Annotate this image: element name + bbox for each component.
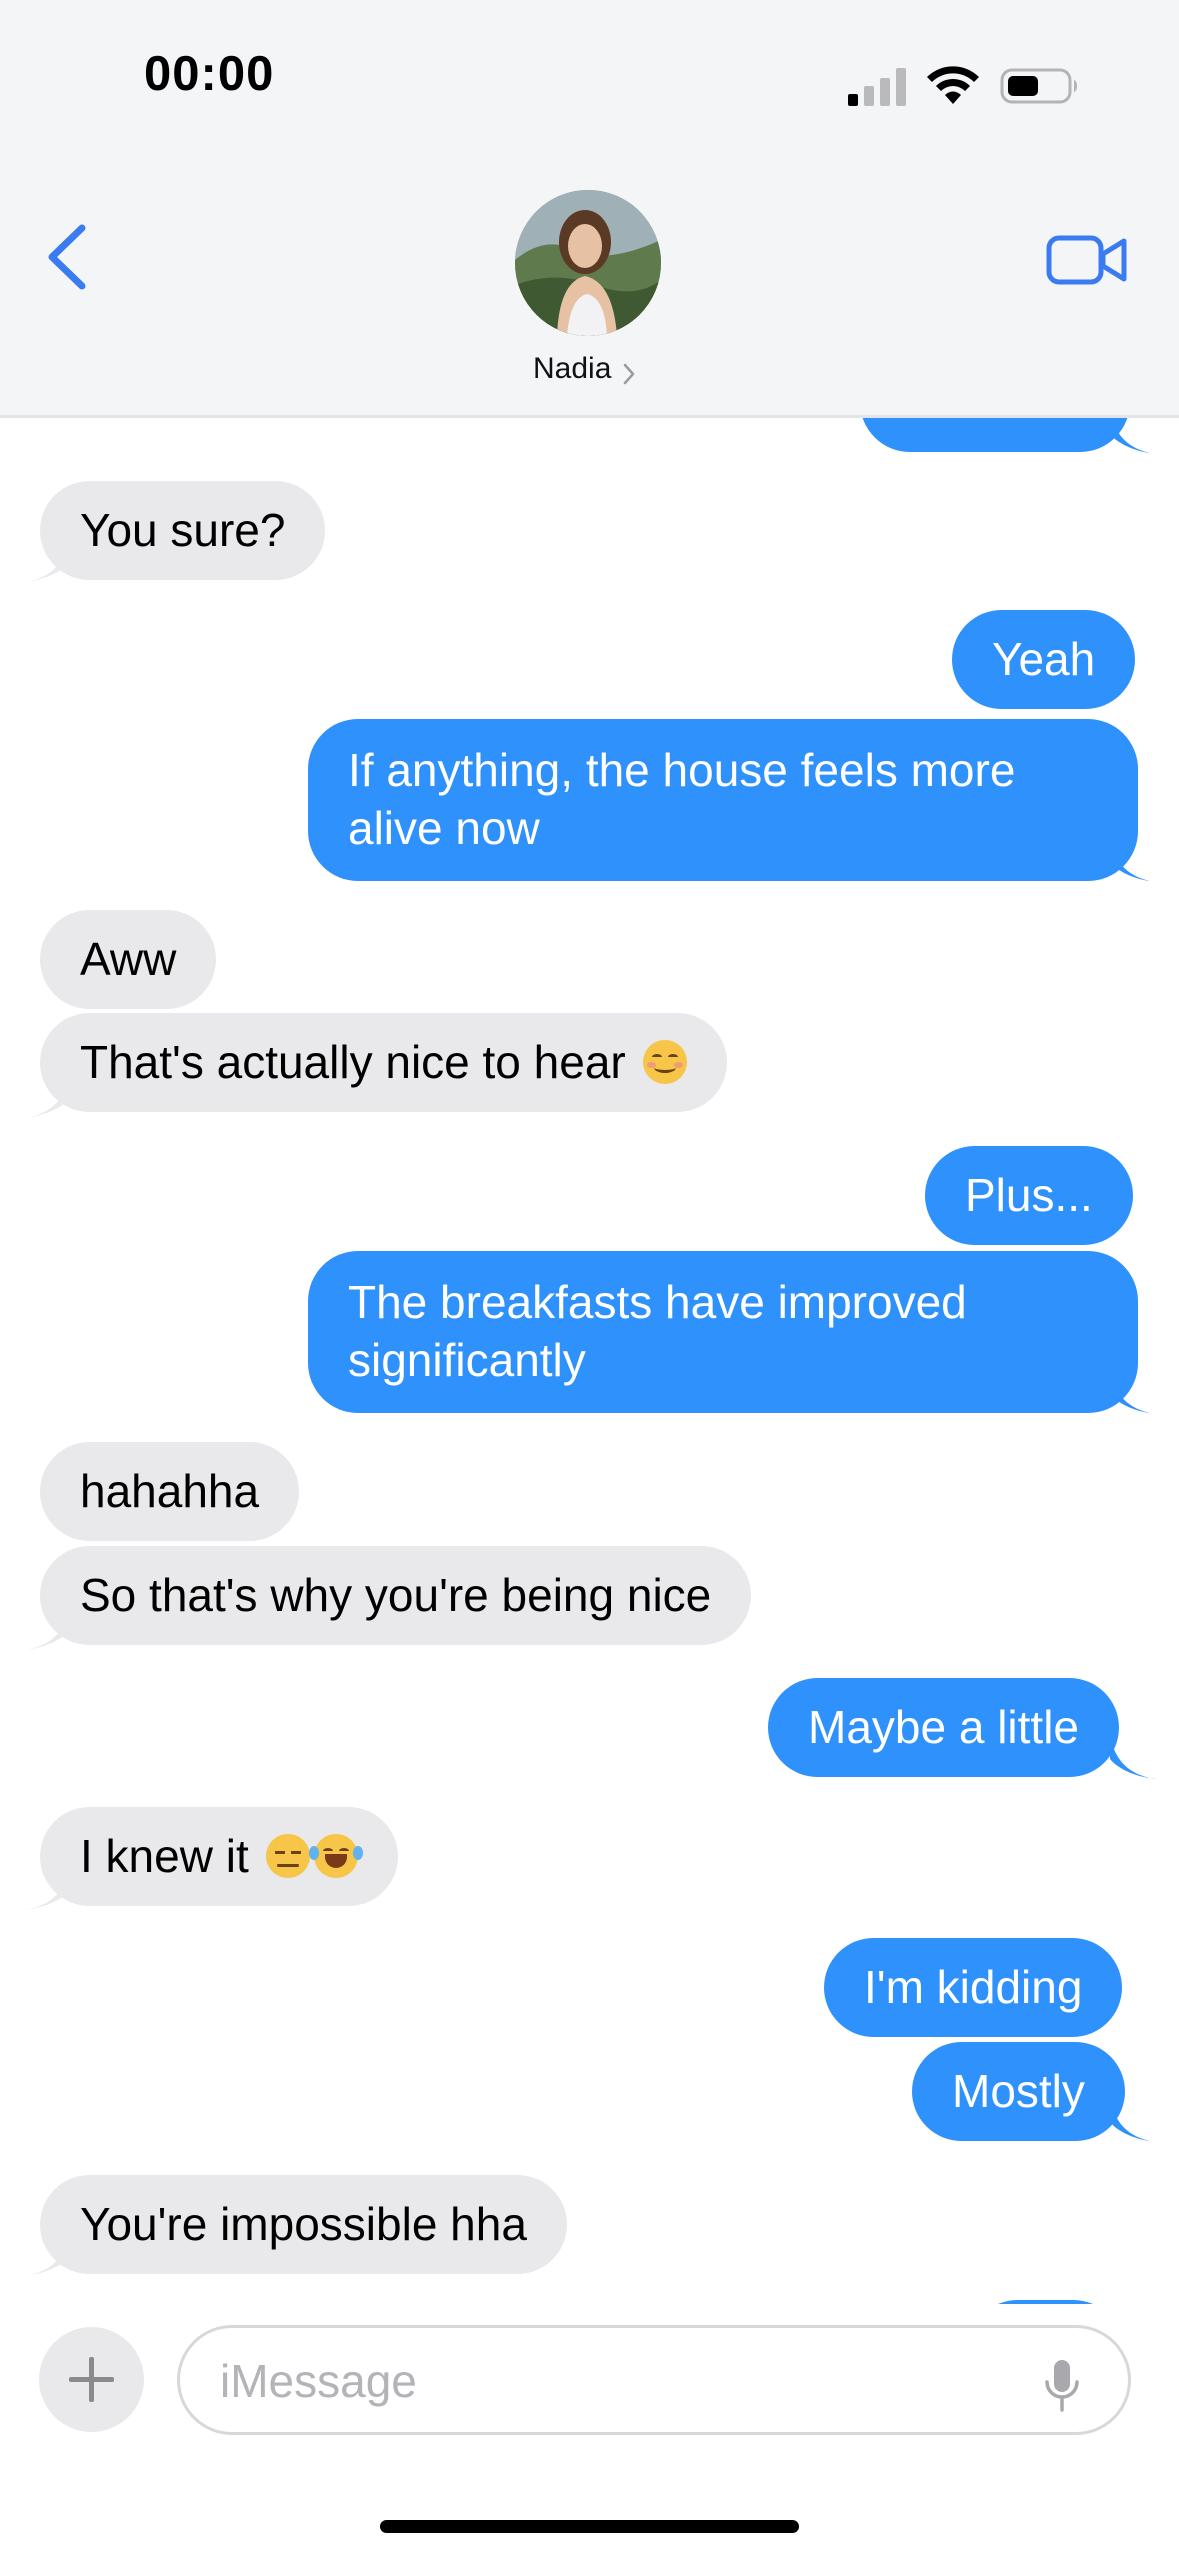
message-bubble-outgoing[interactable]: Yeah: [952, 610, 1136, 709]
message-input-field[interactable]: [177, 2325, 1131, 2435]
message-bubble-incoming[interactable]: You're impossible hha: [40, 2175, 567, 2274]
message-text: Plus...: [965, 1169, 1093, 1221]
message-text: Yeah: [992, 633, 1096, 685]
wifi-icon: [927, 66, 979, 104]
message-text: That's actually nice to hear: [80, 1036, 626, 1088]
home-indicator[interactable]: [380, 2520, 799, 2533]
video-camera-icon[interactable]: [1046, 232, 1128, 288]
plus-icon[interactable]: [39, 2327, 144, 2432]
chevron-left-icon[interactable]: [44, 222, 88, 292]
message-bubble-incoming[interactable]: You sure?: [40, 481, 326, 580]
bubble-tail: [1110, 2098, 1156, 2142]
bubble-tail: [24, 1074, 70, 1118]
message-input[interactable]: [220, 2352, 1000, 2410]
smiling-face-icon: [642, 1040, 687, 1084]
message-text: I knew it: [80, 1830, 249, 1882]
microphone-icon[interactable]: [1042, 2358, 1082, 2412]
bubble-tail: [24, 1866, 70, 1910]
message-bubble-incoming[interactable]: Aww: [40, 910, 217, 1009]
bubble-tail: [24, 1606, 70, 1650]
message-text: You're impossible hha: [80, 2198, 527, 2250]
chevron-right-icon: [623, 363, 635, 385]
message-text: The breakfasts have improved significant…: [348, 1276, 967, 1386]
message-bubble-incoming[interactable]: hahahha: [40, 1442, 300, 1541]
bubble-tail: [1110, 1370, 1156, 1414]
message-text: So that's why you're being nice: [80, 1569, 712, 1621]
message-bubble-incoming[interactable]: I knew it: [40, 1807, 398, 1906]
bubble-tail: [1110, 1735, 1156, 1779]
cellular-signal-icon: [848, 66, 906, 106]
message-text: You sure?: [80, 504, 286, 556]
navigation-header: 00:00 Nadia: [0, 0, 1179, 418]
battery-icon: [1000, 68, 1077, 104]
message-bubble-outgoing[interactable]: Plus...: [925, 1146, 1133, 1245]
message-text: hahahha: [80, 1465, 260, 1517]
message-bubble-incoming[interactable]: That's actually nice to hear: [40, 1013, 727, 1112]
bubble-tail: [1110, 838, 1156, 882]
message-bubble-outgoing[interactable]: If anything, the house feels more alive …: [308, 719, 1138, 881]
message-bubble-outgoing[interactable]: The breakfasts have improved significant…: [308, 1251, 1138, 1413]
status-time: 00:00: [144, 47, 275, 101]
unamused-face-icon: [265, 1834, 310, 1878]
message-text: I'm kidding: [864, 1961, 1083, 2013]
contact-avatar[interactable]: [515, 190, 661, 336]
message-text: Mostly: [952, 2065, 1085, 2117]
message-bubble-outgoing[interactable]: Maybe a little: [768, 1678, 1120, 1777]
message-bubble-outgoing[interactable]: Mostly: [912, 2042, 1125, 2141]
message-text: Maybe a little: [808, 1701, 1080, 1753]
tears-of-joy-icon: [308, 1834, 363, 1878]
message-bubble-incoming[interactable]: So that's why you're being nice: [40, 1546, 752, 1645]
message-text: If anything, the house feels more alive …: [348, 744, 1016, 854]
contact-name[interactable]: Nadia: [533, 352, 611, 386]
message-text: Aww: [80, 933, 177, 985]
message-bubble-outgoing[interactable]: I'm kidding: [824, 1938, 1123, 2037]
bubble-tail: [24, 538, 70, 582]
bubble-tail: [24, 2232, 70, 2276]
